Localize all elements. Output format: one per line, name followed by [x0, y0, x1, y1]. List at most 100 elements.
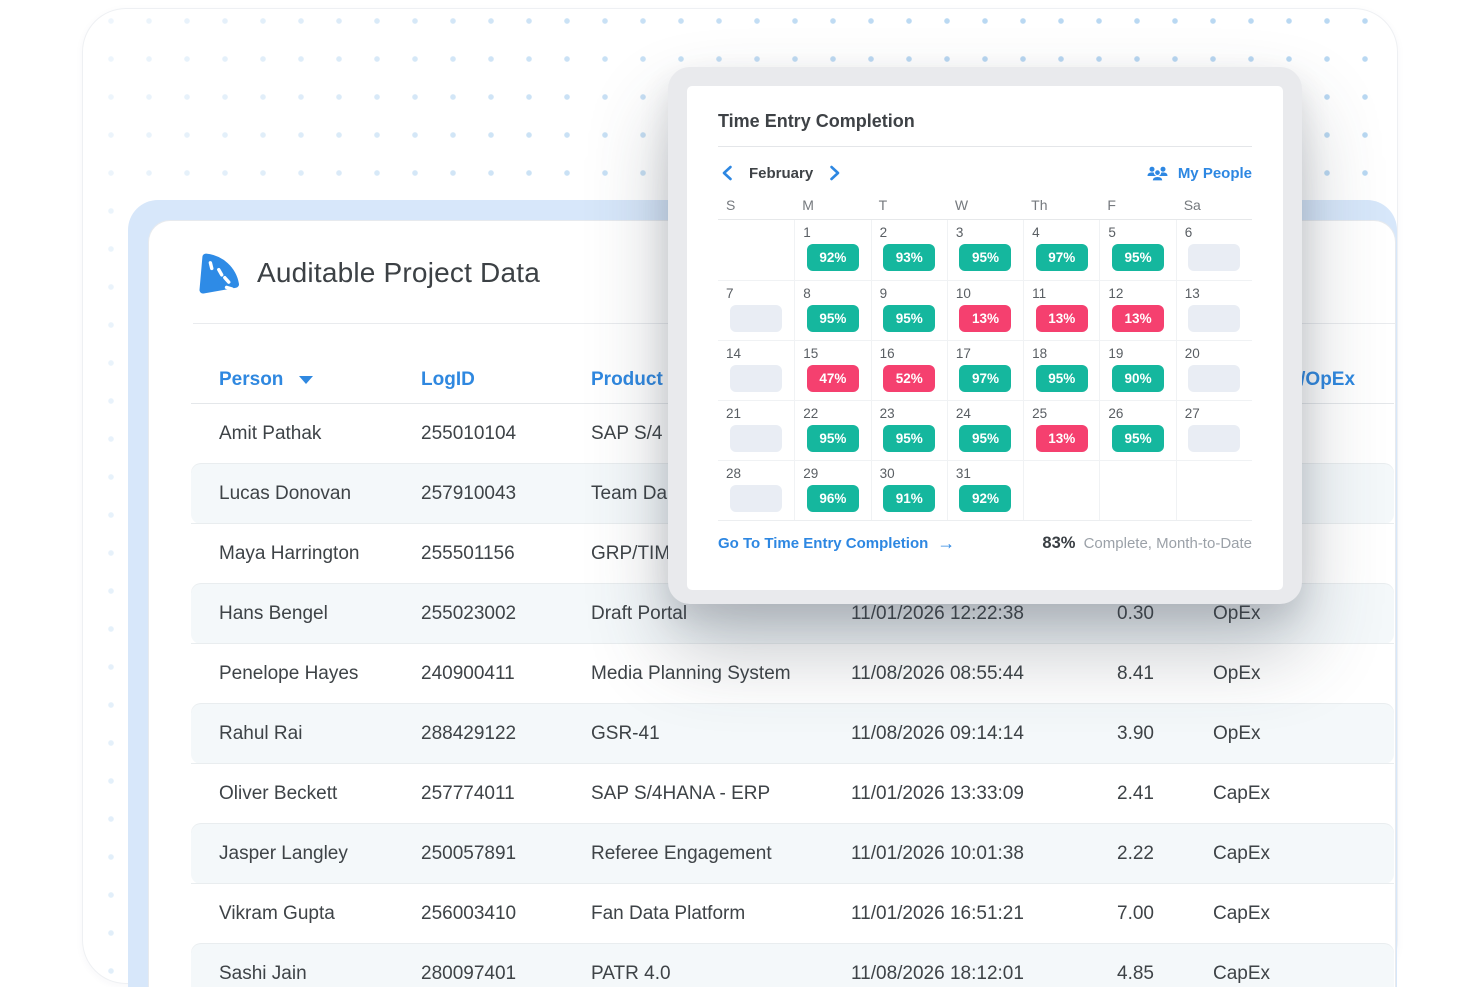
- cell-product: GSR-41: [591, 704, 660, 764]
- table-row: Oliver Beckett257774011SAP S/4HANA - ERP…: [191, 764, 1394, 824]
- completion-badge[interactable]: 95%: [807, 425, 859, 452]
- day-number: 7: [726, 285, 794, 302]
- day-number: 18: [1032, 345, 1099, 362]
- completion-badge[interactable]: 13%: [1112, 305, 1164, 332]
- completion-badge[interactable]: 91%: [883, 485, 935, 512]
- cell-logid: 288429122: [421, 704, 516, 764]
- cell-expense: CapEx: [1213, 944, 1270, 987]
- completion-badge[interactable]: 97%: [959, 365, 1011, 392]
- table-row: Rahul Rai288429122GSR-4111/08/2026 09:14…: [191, 704, 1394, 764]
- completion-badge[interactable]: 95%: [1112, 244, 1164, 271]
- calendar-day-cell[interactable]: 1797%: [947, 340, 1023, 400]
- calendar-day-cell[interactable]: 28: [718, 460, 794, 520]
- day-number: [1185, 465, 1252, 482]
- column-header-product[interactable]: Product: [591, 357, 663, 403]
- cell-logid: 255010104: [421, 404, 516, 464]
- calendar-day-cell[interactable]: 3091%: [871, 460, 947, 520]
- no-data-badge[interactable]: [1188, 365, 1240, 392]
- column-header-person[interactable]: Person: [219, 357, 313, 403]
- completion-badge[interactable]: 90%: [1112, 365, 1164, 392]
- no-data-badge[interactable]: [1188, 425, 1240, 452]
- completion-badge[interactable]: 95%: [883, 425, 935, 452]
- calendar-day-cell[interactable]: 20: [1176, 340, 1252, 400]
- calendar-day-cell[interactable]: 7: [718, 280, 794, 340]
- cell-person: Jasper Langley: [219, 824, 348, 884]
- completion-badge[interactable]: 47%: [807, 365, 859, 392]
- no-data-badge[interactable]: [730, 425, 782, 452]
- column-header-person-label: Person: [219, 357, 283, 403]
- go-to-time-entry-label: Go To Time Entry Completion: [718, 535, 928, 552]
- prev-month-button[interactable]: [718, 164, 736, 182]
- cell-logid: 255501156: [421, 524, 515, 584]
- weekday-label: Th: [1023, 195, 1099, 219]
- completion-badge[interactable]: 92%: [807, 244, 859, 271]
- calendar-day-cell[interactable]: 497%: [1023, 220, 1099, 280]
- calendar-day-cell[interactable]: 192%: [794, 220, 870, 280]
- completion-badge[interactable]: 95%: [1036, 365, 1088, 392]
- completion-badge[interactable]: 95%: [959, 425, 1011, 452]
- calendar-day-cell[interactable]: 2295%: [794, 400, 870, 460]
- calendar-day-cell[interactable]: 2513%: [1023, 400, 1099, 460]
- completion-badge[interactable]: 95%: [1112, 425, 1164, 452]
- no-data-badge[interactable]: [1188, 244, 1240, 271]
- cell-expense: OpEx: [1213, 704, 1261, 764]
- no-data-badge[interactable]: [730, 365, 782, 392]
- calendar-day-cell[interactable]: 27: [1176, 400, 1252, 460]
- calendar-day-cell[interactable]: 1895%: [1023, 340, 1099, 400]
- table-row: Penelope Hayes240900411Media Planning Sy…: [191, 644, 1394, 704]
- cell-person: Oliver Beckett: [219, 764, 337, 824]
- day-number: 5: [1108, 224, 1175, 241]
- cell-person: Vikram Gupta: [219, 884, 335, 944]
- completion-badge[interactable]: 13%: [1036, 425, 1088, 452]
- day-number: 23: [880, 405, 947, 422]
- completion-badge[interactable]: 13%: [1036, 305, 1088, 332]
- calendar-day-cell[interactable]: 1547%: [794, 340, 870, 400]
- calendar-day-cell[interactable]: 595%: [1099, 220, 1175, 280]
- calendar-day-cell[interactable]: 293%: [871, 220, 947, 280]
- calendar-day-cell[interactable]: 6: [1176, 220, 1252, 280]
- completion-badge[interactable]: 96%: [807, 485, 859, 512]
- day-number: 26: [1108, 405, 1175, 422]
- cell-expense: OpEx: [1213, 644, 1261, 704]
- calendar-day-cell[interactable]: 13: [1176, 280, 1252, 340]
- next-month-button[interactable]: [826, 164, 844, 182]
- my-people-link[interactable]: My People: [1146, 165, 1252, 182]
- completion-badge[interactable]: 13%: [959, 305, 1011, 332]
- no-data-badge[interactable]: [730, 485, 782, 512]
- table-row: Vikram Gupta256003410Fan Data Platform11…: [191, 884, 1394, 944]
- calendar-day-cell[interactable]: 1113%: [1023, 280, 1099, 340]
- weekday-label: S: [718, 195, 794, 219]
- completion-badge[interactable]: 95%: [959, 244, 1011, 271]
- completion-badge[interactable]: 95%: [807, 305, 859, 332]
- calendar-day-cell[interactable]: 2996%: [794, 460, 870, 520]
- calendar-day-cell[interactable]: 895%: [794, 280, 870, 340]
- column-header-logid[interactable]: LogID: [421, 357, 475, 403]
- completion-badge[interactable]: 95%: [883, 305, 935, 332]
- completion-badge[interactable]: 92%: [959, 485, 1011, 512]
- calendar-day-cell[interactable]: 21: [718, 400, 794, 460]
- cell-product: SAP S/4HANA - ERP: [591, 764, 770, 824]
- cell-datetime: 11/01/2026 10:01:38: [851, 824, 1024, 884]
- day-number: 25: [1032, 405, 1099, 422]
- calendar-day-cell[interactable]: 2395%: [871, 400, 947, 460]
- calendar-day-cell[interactable]: 995%: [871, 280, 947, 340]
- cell-expense: CapEx: [1213, 824, 1270, 884]
- calendar-day-cell[interactable]: 1652%: [871, 340, 947, 400]
- completion-badge[interactable]: 93%: [883, 244, 935, 271]
- day-number: 27: [1185, 405, 1252, 422]
- calendar-day-cell[interactable]: 2695%: [1099, 400, 1175, 460]
- calendar-day-cell[interactable]: 1213%: [1099, 280, 1175, 340]
- go-to-time-entry-link[interactable]: Go To Time Entry Completion →: [718, 535, 955, 552]
- calendar-day-cell[interactable]: 2495%: [947, 400, 1023, 460]
- day-number: [1032, 465, 1099, 482]
- calendar-day-cell[interactable]: 1013%: [947, 280, 1023, 340]
- calendar-day-cell[interactable]: 14: [718, 340, 794, 400]
- calendar-day-cell[interactable]: 3192%: [947, 460, 1023, 520]
- completion-badge[interactable]: 97%: [1036, 244, 1088, 271]
- completion-badge[interactable]: 52%: [883, 365, 935, 392]
- calendar-day-cell[interactable]: 1990%: [1099, 340, 1175, 400]
- calendar-day-cell[interactable]: 395%: [947, 220, 1023, 280]
- day-number: 31: [956, 465, 1023, 482]
- no-data-badge[interactable]: [1188, 305, 1240, 332]
- no-data-badge[interactable]: [730, 305, 782, 332]
